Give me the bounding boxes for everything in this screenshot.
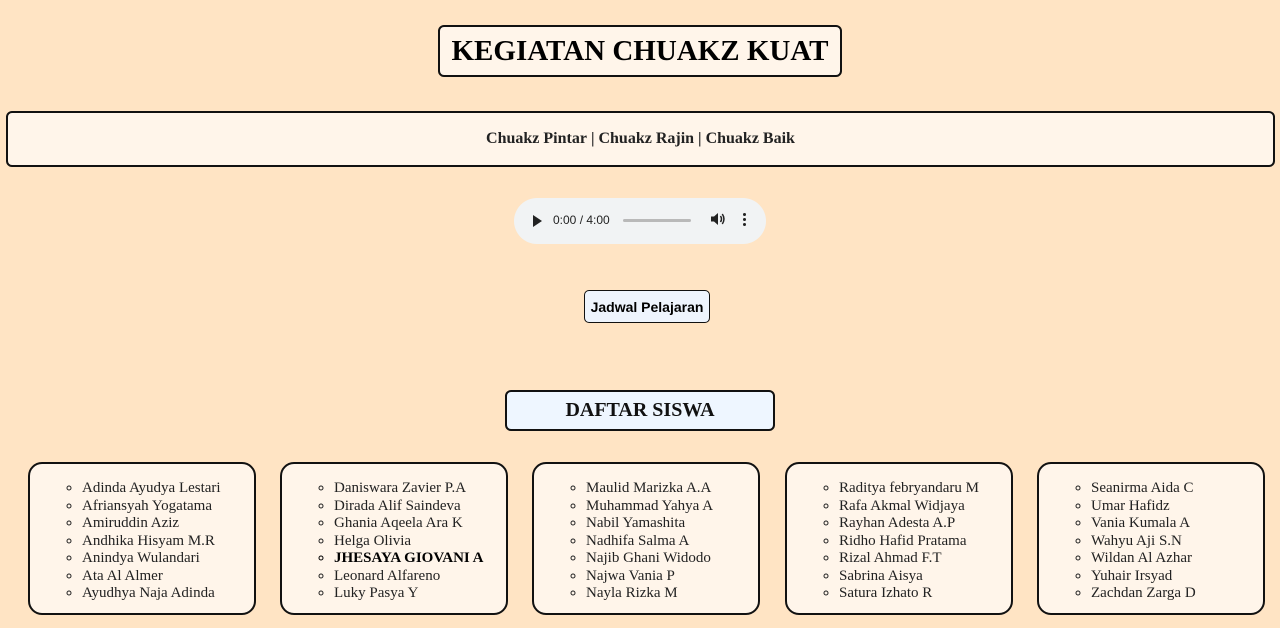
student-list: Maulid Marizka A.A Muhammad Yahya A Nabi… <box>534 464 758 603</box>
nav-separator: | <box>698 130 702 147</box>
student-name: Daniswara Zavier P.A <box>334 480 506 498</box>
student-list-heading-text: DAFTAR SISWA <box>565 399 715 421</box>
nav-item-chuakz-rajin[interactable]: Chuakz Rajin <box>598 130 694 148</box>
page-title: KEGIATAN CHUAKZ KUAT <box>438 25 842 77</box>
student-list-heading: DAFTAR SISWA <box>505 390 775 431</box>
student-name: Amiruddin Aziz <box>82 515 254 533</box>
play-icon[interactable] <box>533 215 542 227</box>
nav-bar: Chuakz Pintar | Chuakz Rajin | Chuakz Ba… <box>6 111 1275 167</box>
student-name: Ata Al Almer <box>82 568 254 586</box>
student-list: Seanirma Aida C Umar Hafidz Vania Kumala… <box>1039 464 1263 603</box>
student-name: Nabil Yamashita <box>586 515 758 533</box>
nav-item-chuakz-baik[interactable]: Chuakz Baik <box>706 130 795 148</box>
student-card: Raditya febryandaru M Rafa Akmal Widjaya… <box>785 462 1013 615</box>
student-name: Seanirma Aida C <box>1091 480 1263 498</box>
student-name: Muhammad Yahya A <box>586 498 758 516</box>
student-name: Luky Pasya Y <box>334 585 506 603</box>
student-name: Leonard Alfareno <box>334 568 506 586</box>
student-name: Wahyu Aji S.N <box>1091 533 1263 551</box>
volume-icon[interactable] <box>710 211 726 227</box>
student-card: Daniswara Zavier P.A Dirada Alif Saindev… <box>280 462 508 615</box>
student-name: Maulid Marizka A.A <box>586 480 758 498</box>
student-name: Adinda Ayudya Lestari <box>82 480 254 498</box>
student-name: Nayla Rizka M <box>586 585 758 603</box>
audio-progress-slider[interactable] <box>623 219 691 222</box>
schedule-button[interactable]: Jadwal Pelajaran <box>584 290 710 323</box>
student-name: Najib Ghani Widodo <box>586 550 758 568</box>
student-card: Seanirma Aida C Umar Hafidz Vania Kumala… <box>1037 462 1265 615</box>
student-name: Anindya Wulandari <box>82 550 254 568</box>
student-name: Rafa Akmal Widjaya <box>839 498 1011 516</box>
page-title-text: KEGIATAN CHUAKZ KUAT <box>451 34 829 67</box>
student-name: Raditya febryandaru M <box>839 480 1011 498</box>
more-options-icon[interactable] <box>742 213 746 228</box>
nav-separator: | <box>590 130 595 147</box>
student-list: Raditya febryandaru M Rafa Akmal Widjaya… <box>787 464 1011 603</box>
student-card: Maulid Marizka A.A Muhammad Yahya A Nabi… <box>532 462 760 615</box>
student-name: Najwa Vania P <box>586 568 758 586</box>
student-name: Rizal Ahmad F.T <box>839 550 1011 568</box>
student-list: Adinda Ayudya Lestari Afriansyah Yogatam… <box>30 464 254 603</box>
student-name: Ayudhya Naja Adinda <box>82 585 254 603</box>
student-name: Zachdan Zarga D <box>1091 585 1263 603</box>
student-name: Afriansyah Yogatama <box>82 498 254 516</box>
student-name: Sabrina Aisya <box>839 568 1011 586</box>
student-name: Helga Olivia <box>334 533 506 551</box>
student-name: Wildan Al Azhar <box>1091 550 1263 568</box>
student-name: Satura Izhato R <box>839 585 1011 603</box>
student-name: Ghania Aqeela Ara K <box>334 515 506 533</box>
student-name: Ridho Hafid Pratama <box>839 533 1011 551</box>
student-name: Yuhair Irsyad <box>1091 568 1263 586</box>
audio-time: 0:00 / 4:00 <box>553 213 610 227</box>
student-name: Rayhan Adesta A.P <box>839 515 1011 533</box>
student-name-highlighted: JHESAYA GIOVANI A <box>334 550 506 568</box>
student-name: Vania Kumala A <box>1091 515 1263 533</box>
student-name: Umar Hafidz <box>1091 498 1263 516</box>
student-name: Nadhifa Salma A <box>586 533 758 551</box>
nav-item-chuakz-pintar[interactable]: Chuakz Pintar <box>486 130 587 148</box>
audio-player: 0:00 / 4:00 <box>514 198 766 244</box>
student-card: Adinda Ayudya Lestari Afriansyah Yogatam… <box>28 462 256 615</box>
student-name: Andhika Hisyam M.R <box>82 533 254 551</box>
student-name: Dirada Alif Saindeva <box>334 498 506 516</box>
student-list: Daniswara Zavier P.A Dirada Alif Saindev… <box>282 464 506 603</box>
